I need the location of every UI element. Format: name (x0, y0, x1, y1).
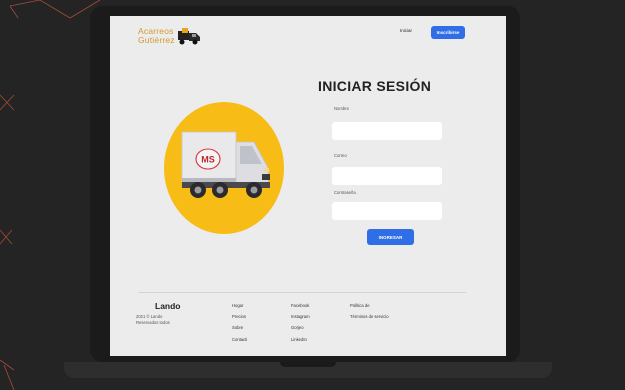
footer-link-policy[interactable]: Política de (350, 303, 370, 308)
footer-link-instagram[interactable]: Instagram (291, 314, 310, 319)
login-link[interactable]: Iniciar (400, 28, 412, 33)
name-field[interactable] (332, 122, 442, 140)
password-label: Contraseña (334, 190, 356, 195)
copyright-line-2: Reservados todos (136, 320, 170, 325)
footer-link-linkedin[interactable]: LinkedIn (291, 337, 307, 342)
name-label: Nombre (334, 106, 349, 111)
site-logo[interactable]: Acarreos Gutiérrez (138, 26, 210, 48)
truck-icon (178, 28, 200, 45)
footer-link-terms[interactable]: Términos de servicio (350, 314, 389, 319)
footer-copyright: 2021 © Lando Reservados todos (136, 314, 196, 326)
footer-link-home[interactable]: Hogar (232, 303, 243, 308)
footer-link-twitter[interactable]: Gorjeo (291, 325, 304, 330)
submit-button[interactable]: INGRESAR (367, 229, 414, 245)
email-label: Correo (334, 153, 347, 158)
laptop-screen: Acarreos Gutiérrez Iniciar Inscribirse M… (110, 16, 506, 356)
footer-link-pricing[interactable]: Precios (232, 314, 246, 319)
footer-brand: Lando (155, 301, 181, 311)
footer-divider (138, 292, 466, 293)
footer-link-facebook[interactable]: Facebook (291, 303, 309, 308)
footer-link-about[interactable]: Sobre (232, 325, 243, 330)
footer-link-contact[interactable]: Contacti (232, 337, 247, 342)
truck-illustration: MS (164, 102, 284, 234)
laptop-notch (280, 362, 336, 367)
password-field[interactable] (332, 202, 442, 220)
truck-brand-mark: MS (201, 155, 215, 165)
logo-line-2: Gutiérrez (138, 35, 175, 45)
signup-button[interactable]: Inscribirse (431, 26, 465, 39)
page-title: INICIAR SESIÓN (318, 78, 432, 94)
email-field[interactable] (332, 167, 442, 185)
